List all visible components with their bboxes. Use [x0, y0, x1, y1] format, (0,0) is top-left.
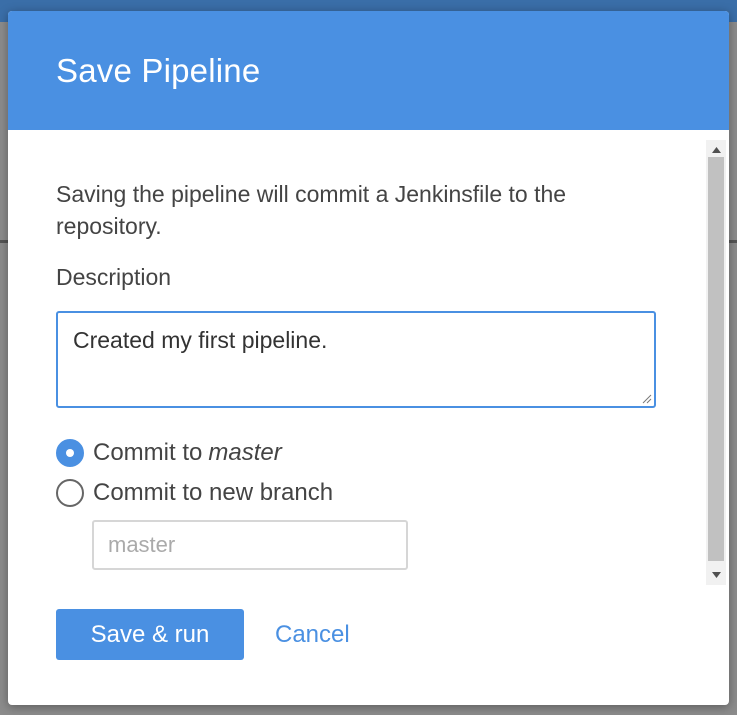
commit-to-new-branch-label: Commit to new branch — [93, 479, 334, 506]
intro-text: Saving the pipeline will commit a Jenkin… — [56, 181, 567, 239]
description-label: Description — [56, 264, 172, 290]
triangle-down-icon — [711, 572, 721, 578]
commit-to-new-branch-option[interactable]: Commit to new branch — [56, 473, 676, 513]
description-value: Created my first pipeline. — [73, 327, 328, 353]
save-and-run-button[interactable]: Save & run — [56, 609, 244, 660]
dialog-title: Save Pipeline — [56, 51, 261, 89]
dialog-scroll-content: Saving the pipeline will commit a Jenkin… — [56, 130, 676, 570]
new-branch-input[interactable] — [92, 520, 408, 570]
description-textarea[interactable]: Created my first pipeline. — [56, 311, 656, 408]
triangle-up-icon — [711, 147, 721, 153]
cancel-button[interactable]: Cancel — [275, 621, 350, 649]
dialog-header: Save Pipeline — [8, 11, 729, 130]
resize-grip-icon[interactable] — [642, 394, 652, 404]
commit-to-new-branch-radio[interactable] — [56, 479, 84, 507]
scrollbar-thumb[interactable] — [708, 157, 724, 561]
commit-to-master-radio[interactable] — [56, 439, 84, 467]
commit-branch-name: master — [208, 439, 282, 466]
commit-to-master-option[interactable]: Commit to master — [56, 433, 676, 473]
dialog-scrollbar[interactable] — [706, 140, 726, 585]
dialog-body[interactable]: Saving the pipeline will commit a Jenkin… — [8, 130, 729, 585]
save-pipeline-dialog: Save Pipeline Saving the pipeline will c… — [8, 11, 729, 705]
scroll-down-arrow[interactable] — [706, 565, 726, 585]
dialog-footer: Save & run Cancel — [56, 609, 350, 660]
commit-to-master-label: Commit to — [93, 439, 203, 466]
